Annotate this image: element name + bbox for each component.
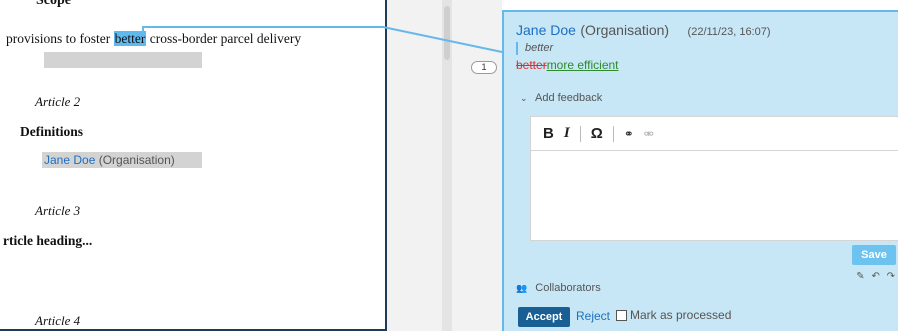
accept-button[interactable]: Accept xyxy=(518,307,570,327)
highlighted-word[interactable]: better xyxy=(113,31,147,46)
collaborators-section[interactable]: 👥 Collaborators xyxy=(516,282,601,294)
save-button[interactable]: Save xyxy=(852,245,896,265)
forward-icon[interactable]: ↷ xyxy=(887,271,895,282)
tracked-change: bettermore efficient xyxy=(516,58,619,72)
placeholder-box xyxy=(44,52,202,68)
provisions-text-after: cross-border parcel delivery xyxy=(146,31,302,46)
users-icon: 👥 xyxy=(516,283,528,293)
bold-button[interactable]: B xyxy=(543,125,554,142)
article-4-number: Article 4 xyxy=(35,313,81,328)
italic-button[interactable]: I xyxy=(564,125,570,142)
inserted-text: more efficient xyxy=(546,58,619,72)
link-icon[interactable]: ⚭ xyxy=(624,127,634,141)
reply-icon[interactable]: ↶ xyxy=(871,271,879,282)
special-character-button[interactable]: Ω xyxy=(591,125,603,142)
editor-toolbar: B I Ω ⚭ ⚮ xyxy=(531,117,898,151)
mark-processed-checkbox[interactable] xyxy=(616,309,627,321)
article-2-number: Article 2 xyxy=(35,94,81,109)
quoted-text: better xyxy=(516,42,553,55)
mark-processed-option[interactable]: Mark as processed xyxy=(616,308,731,322)
scope-heading: Scope xyxy=(36,0,71,8)
comment-card[interactable]: Jane Doe (Organisation) (22/11/23, 16:07… xyxy=(502,10,898,331)
provisions-text-before: provisions to foster xyxy=(6,31,114,46)
scroll-thumb[interactable] xyxy=(444,6,450,60)
feedback-editor[interactable]: B I Ω ⚭ ⚮ xyxy=(530,116,898,241)
toolbar-separator xyxy=(579,125,581,142)
comment-timestamp: (22/11/23, 16:07) xyxy=(687,26,771,38)
comment-org: (Organisation) xyxy=(580,22,670,38)
document-pane: Scope provisions to foster better cross-… xyxy=(0,0,387,331)
article-heading[interactable]: rticle heading... xyxy=(3,233,92,249)
marker-org: (Organisation) xyxy=(98,153,175,167)
article-3-number: Article 3 xyxy=(35,203,81,218)
chevron-down-icon: ⌄ xyxy=(520,93,528,103)
deleted-text: better xyxy=(516,58,547,72)
comment-marker[interactable]: Jane Doe (Organisation) xyxy=(42,152,202,168)
reject-link[interactable]: Reject xyxy=(576,309,610,323)
comment-author: Jane Doe xyxy=(516,22,576,38)
comment-count-badge[interactable]: 1 xyxy=(471,61,497,74)
comments-gutter xyxy=(387,0,502,331)
card-action-icons: ✎ ↶ ↷ xyxy=(852,271,895,282)
toolbar-separator xyxy=(612,125,614,142)
add-feedback-label: Add feedback xyxy=(535,92,603,104)
add-feedback-toggle[interactable]: ⌄ Add feedback xyxy=(520,92,602,104)
edit-icon[interactable]: ✎ xyxy=(856,271,864,282)
provisions-paragraph[interactable]: provisions to foster better cross-border… xyxy=(6,31,301,47)
marker-author: Jane Doe xyxy=(44,153,96,167)
definitions-heading: Definitions xyxy=(20,124,84,139)
feedback-text-area[interactable] xyxy=(531,151,898,240)
collaborators-label: Collaborators xyxy=(535,282,601,294)
comment-header: Jane Doe (Organisation) (22/11/23, 16:07… xyxy=(516,22,771,40)
mark-processed-label: Mark as processed xyxy=(630,308,732,322)
unlink-icon[interactable]: ⚮ xyxy=(644,127,654,141)
